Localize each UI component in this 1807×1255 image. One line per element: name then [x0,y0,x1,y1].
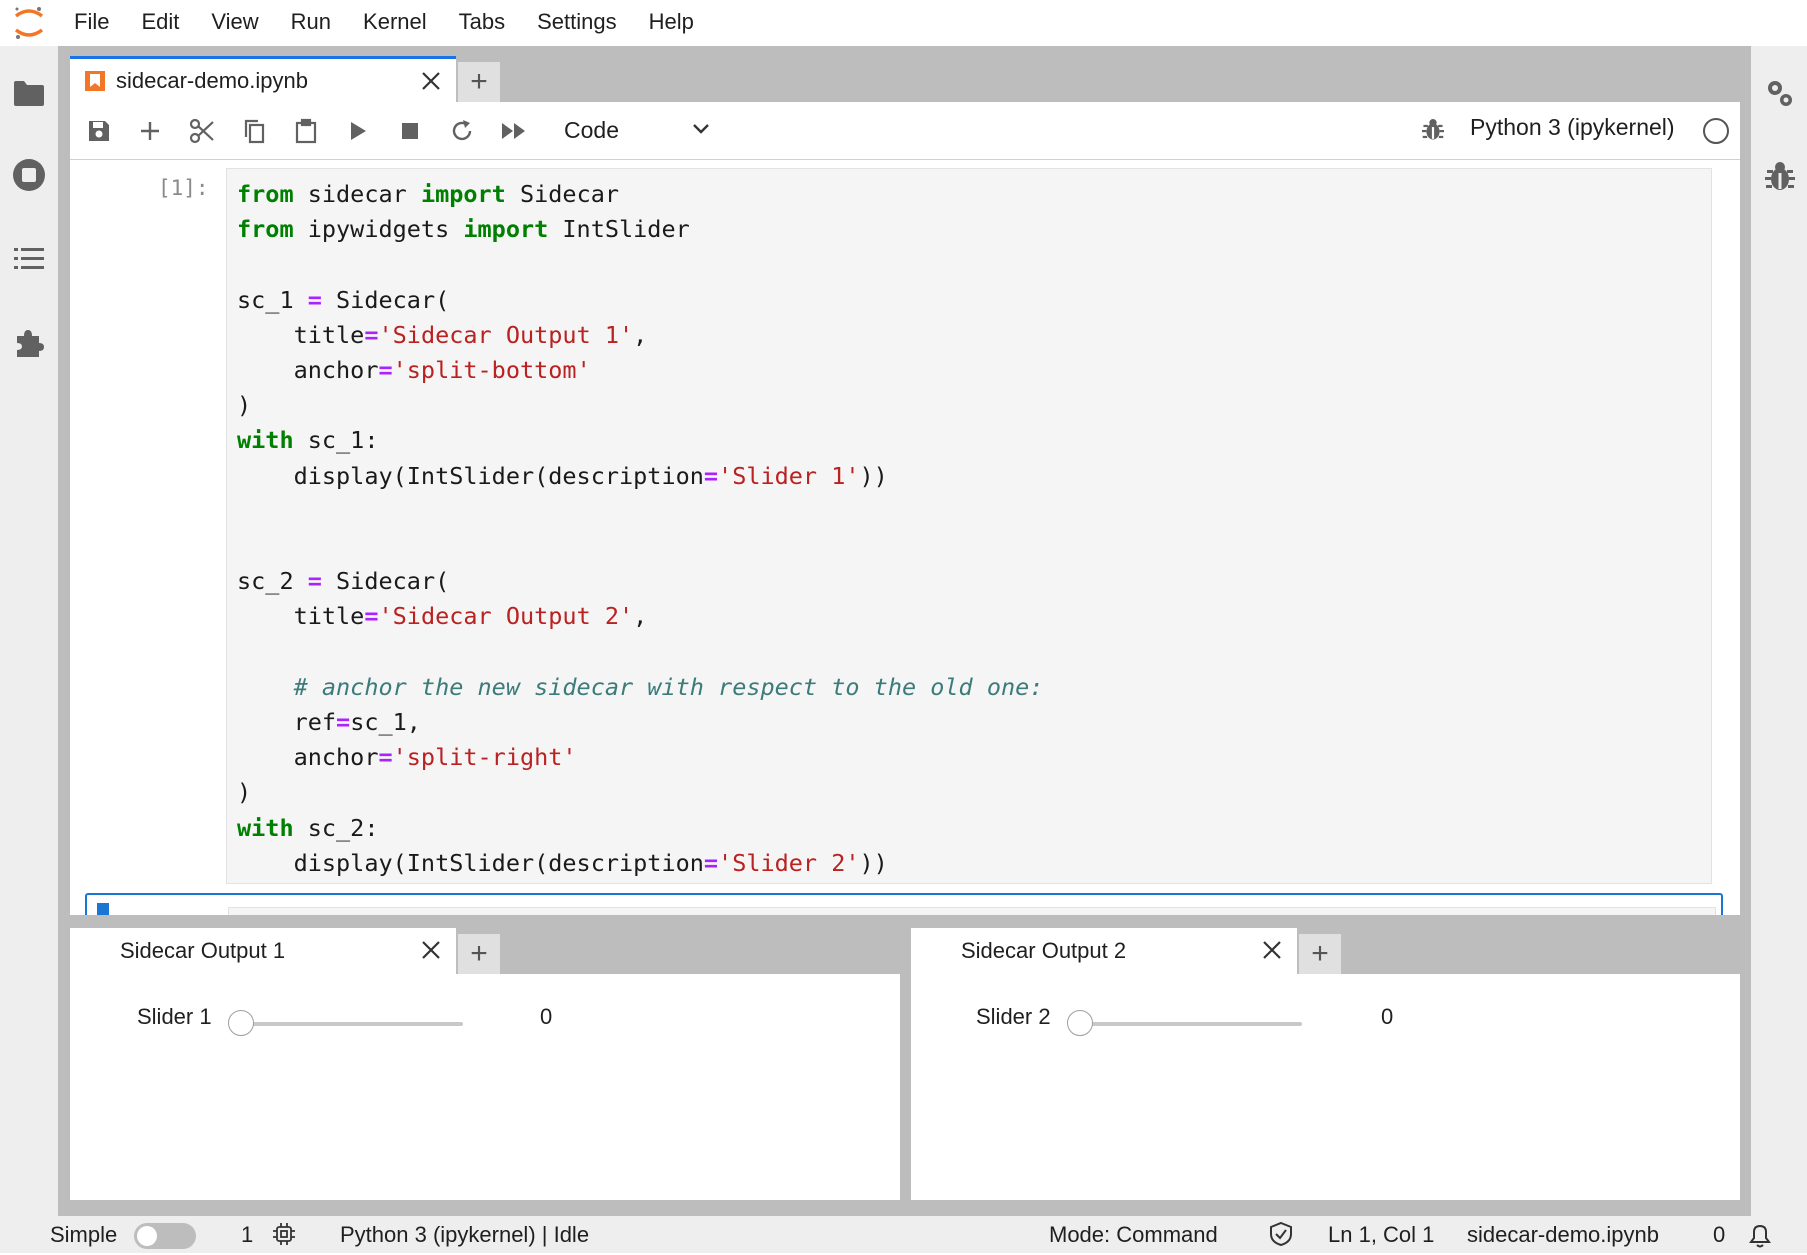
sidecar-1-body: Slider 1 0 [70,974,900,1200]
code-text: from sidecar import Sidecar from ipywidg… [237,180,1044,877]
cell-type-value: Code [564,116,619,143]
close-icon[interactable] [1261,939,1283,961]
close-icon[interactable] [420,70,442,92]
terminal-count[interactable]: 1 [241,1222,253,1248]
notebook-content: [1]: from sidecar import Sidecar from ip… [70,160,1740,915]
new-launcher-button[interactable]: + [458,934,500,974]
tab-sidecar-demo[interactable]: sidecar-demo.ipynb [70,56,456,102]
debugger-icon[interactable] [1422,117,1444,148]
slider-1-widget: Slider 1 0 [70,998,900,1038]
kernel-cpu-icon[interactable] [272,1222,296,1252]
toggle-knob [137,1226,157,1246]
slider-track[interactable] [1080,1022,1302,1026]
menu-settings[interactable]: Settings [521,0,633,46]
stop-icon[interactable] [395,116,425,146]
paste-icon[interactable] [291,116,321,146]
save-icon[interactable] [84,116,114,146]
slider-2-widget: Slider 2 0 [911,998,1740,1038]
bell-icon[interactable] [1746,1221,1774,1255]
tab-sidecar-output-2[interactable]: Sidecar Output 2 [911,928,1297,974]
run-all-icon[interactable] [499,116,529,146]
notebook-tab-bar: sidecar-demo.ipynb + [70,56,1740,102]
slider-value[interactable]: 0 [1381,1004,1393,1030]
run-icon[interactable] [343,116,373,146]
tab-label: Sidecar Output 1 [120,938,286,963]
notebook-toolbar: Code Python 3 (ipykernel) [70,102,1740,160]
kernel-name-button[interactable]: Python 3 (ipykernel) [1470,114,1675,141]
cell-type-dropdown[interactable]: Code [564,110,724,150]
tab-label: sidecar-demo.ipynb [116,67,308,93]
jupyter-logo-icon [0,0,58,46]
mode-indicator: Mode: Command [1049,1222,1218,1247]
close-icon[interactable] [420,939,442,961]
tab-sidecar-output-1[interactable]: Sidecar Output 1 [70,928,456,974]
slider-value[interactable]: 0 [540,1004,552,1030]
kernel-status-text[interactable]: Python 3 (ipykernel) | Idle [340,1222,589,1248]
copy-icon[interactable] [239,116,269,146]
slider-handle[interactable] [1067,1010,1093,1036]
sidecar-2-body: Slider 2 0 [911,974,1740,1200]
tab-label: Sidecar Output 2 [961,938,1127,963]
slider-track[interactable] [241,1022,463,1026]
slider-handle[interactable] [228,1010,254,1036]
trusted-shield-icon[interactable] [1268,1221,1294,1253]
slider-label: Slider 1 [137,1004,212,1029]
simple-mode-label: Simple [50,1222,118,1247]
debugger-icon[interactable] [1763,160,1797,194]
insert-cell-icon[interactable] [135,116,165,146]
sidecar-1-tab-bar: Sidecar Output 1 + [70,928,900,974]
menu-view[interactable]: View [195,0,274,46]
menu-file[interactable]: File [58,0,125,46]
folder-icon[interactable] [12,76,46,110]
property-inspector-icon[interactable] [1763,76,1797,110]
menu-tabs[interactable]: Tabs [443,0,521,46]
restart-icon[interactable] [447,116,477,146]
code-cell-editor[interactable]: from sidecar import Sidecar from ipywidg… [226,168,1712,884]
sidecar-2-tab-bar: Sidecar Output 2 + [911,928,1740,974]
notebook-icon [84,70,106,92]
left-sidebar [0,46,58,1216]
menu-kernel[interactable]: Kernel [347,0,443,46]
next-cell-editor[interactable] [228,907,1716,915]
menu-run[interactable]: Run [275,0,347,46]
menu-help[interactable]: Help [633,0,710,46]
cut-icon[interactable] [187,116,217,146]
right-sidebar [1751,46,1807,1216]
status-bar: Simple 1 Python 3 (ipykernel) | Idle Mod… [0,1216,1807,1253]
extension-icon[interactable] [12,326,46,360]
current-file-name: sidecar-demo.ipynb [1467,1222,1659,1247]
notification-count[interactable]: 0 [1713,1222,1725,1248]
cell-prompt: [1]: [158,176,209,200]
simple-mode-toggle[interactable] [134,1223,196,1249]
next-cell[interactable] [85,893,1723,915]
new-launcher-button[interactable]: + [1299,934,1341,974]
new-launcher-button[interactable]: + [458,62,500,102]
slider-label: Slider 2 [976,1004,1051,1029]
cursor-position[interactable]: Ln 1, Col 1 [1328,1222,1434,1248]
chevron-down-icon [692,122,710,141]
table-of-contents-icon[interactable] [12,242,46,276]
active-cell-marker [97,903,109,915]
menu-bar: File Edit View Run Kernel Tabs Settings … [0,0,1807,46]
menu-edit[interactable]: Edit [125,0,195,46]
kernel-status-icon [1703,118,1729,144]
running-icon[interactable] [12,158,46,192]
